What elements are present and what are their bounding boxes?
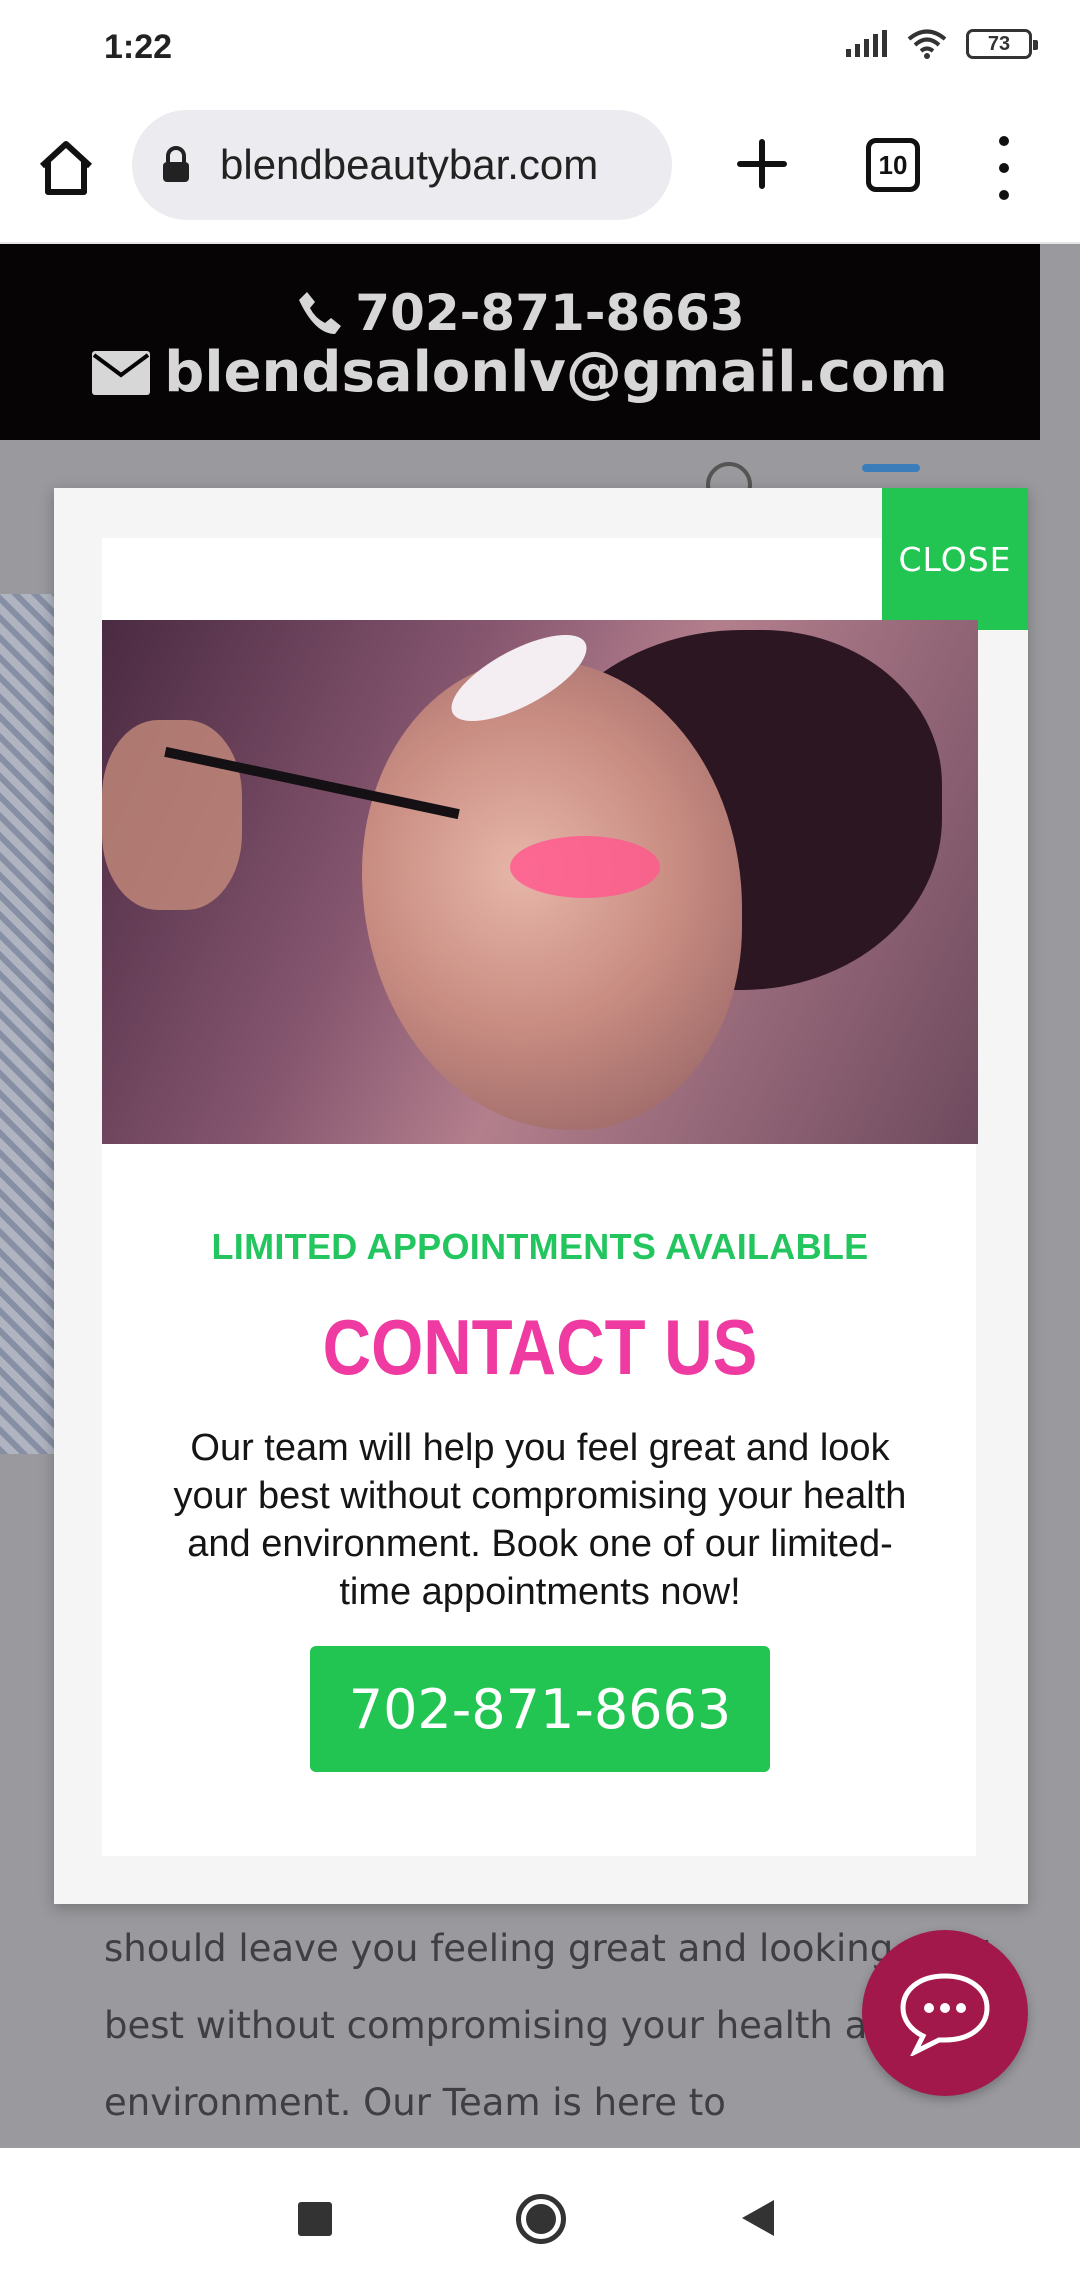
home-circle-icon[interactable]: [516, 2194, 566, 2244]
promo-kicker: LIMITED APPOINTMENTS AVAILABLE: [211, 1226, 869, 1267]
recent-apps-icon[interactable]: [298, 2202, 332, 2236]
banner-email-row[interactable]: blendsalonlv@gmail.com: [0, 340, 1040, 405]
envelope-icon: [92, 350, 151, 395]
more-options-icon[interactable]: [988, 136, 1020, 200]
banner-phone-number[interactable]: 702-871-8663: [355, 284, 744, 342]
promo-title: CONTACT US: [322, 1303, 758, 1391]
hamburger-menu-icon[interactable]: [862, 464, 920, 472]
browser-toolbar: blendbeautybar.com 10: [0, 96, 1080, 244]
makeup-hero-image: [102, 620, 978, 1144]
contact-banner: 702-871-8663 blendsalonlv@gmail.com: [0, 244, 1040, 440]
close-button[interactable]: CLOSE: [882, 488, 1028, 630]
promo-description: Our team will help you feel great and lo…: [173, 1427, 907, 1613]
pink-eyeshadow: [510, 836, 660, 898]
phone-icon: [299, 292, 342, 334]
back-arrow-icon[interactable]: [742, 2200, 774, 2236]
background-texture: [0, 594, 56, 1454]
plus-icon[interactable]: [730, 132, 794, 196]
wifi-icon: [907, 29, 947, 59]
address-bar[interactable]: blendbeautybar.com: [132, 110, 672, 220]
status-time: 1:22: [104, 28, 173, 66]
status-bar: 1:22 73: [0, 0, 1080, 96]
home-icon[interactable]: [34, 136, 98, 200]
banner-email-address[interactable]: blendsalonlv@gmail.com: [164, 340, 947, 405]
lock-icon: [163, 146, 189, 182]
call-phone-button[interactable]: 702-871-8663: [310, 1646, 770, 1772]
tab-switcher-button[interactable]: 10: [866, 138, 920, 192]
status-icons: 73: [844, 28, 1038, 60]
system-navigation-bar: [0, 2148, 1080, 2280]
signal-icon: [846, 30, 887, 57]
banner-phone-row[interactable]: 702-871-8663: [0, 284, 1040, 342]
chat-button[interactable]: [862, 1930, 1028, 2096]
battery-icon: 73: [966, 29, 1038, 59]
chat-bubble-icon: [900, 1973, 990, 2056]
url-text: blendbeautybar.com: [220, 141, 599, 188]
